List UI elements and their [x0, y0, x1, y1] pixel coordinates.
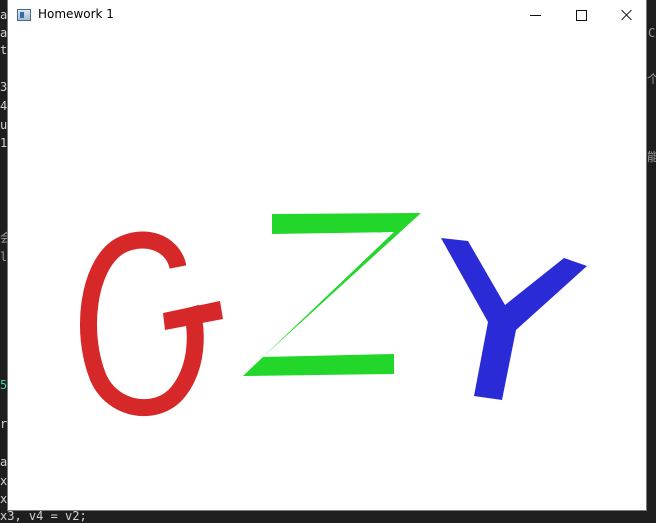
bg-text: x — [0, 492, 8, 506]
bg-text: 5 — [0, 378, 8, 392]
render-canvas[interactable] — [8, 32, 646, 510]
bg-text: a — [0, 455, 8, 469]
bg-text: 个 — [647, 72, 656, 86]
app-window: Homework 1 — [8, 0, 646, 510]
bg-text: x — [0, 474, 8, 488]
bg-text: 1 — [0, 136, 8, 150]
maximize-icon — [575, 9, 587, 21]
bg-text: t — [0, 43, 8, 57]
bg-text: 4 — [0, 99, 8, 113]
letter-z — [243, 213, 421, 376]
maximize-button[interactable] — [558, 0, 604, 30]
app-icon — [17, 9, 31, 21]
bg-text: u — [0, 118, 8, 132]
bg-code-line: x3, v4 = v2; — [0, 509, 87, 523]
window-title: Homework 1 — [38, 7, 114, 21]
bg-text: 3 — [0, 80, 8, 94]
letters-drawing — [80, 213, 587, 416]
bg-text: 能 — [647, 150, 656, 164]
title-bar[interactable]: Homework 1 — [8, 0, 646, 32]
letter-g — [80, 231, 223, 416]
bg-text: a — [0, 26, 8, 40]
close-button[interactable] — [604, 0, 650, 30]
minimize-button[interactable] — [512, 0, 558, 30]
bg-text: a — [0, 8, 8, 22]
letter-y — [441, 238, 587, 400]
minimize-icon — [529, 14, 541, 16]
close-icon — [621, 9, 633, 21]
